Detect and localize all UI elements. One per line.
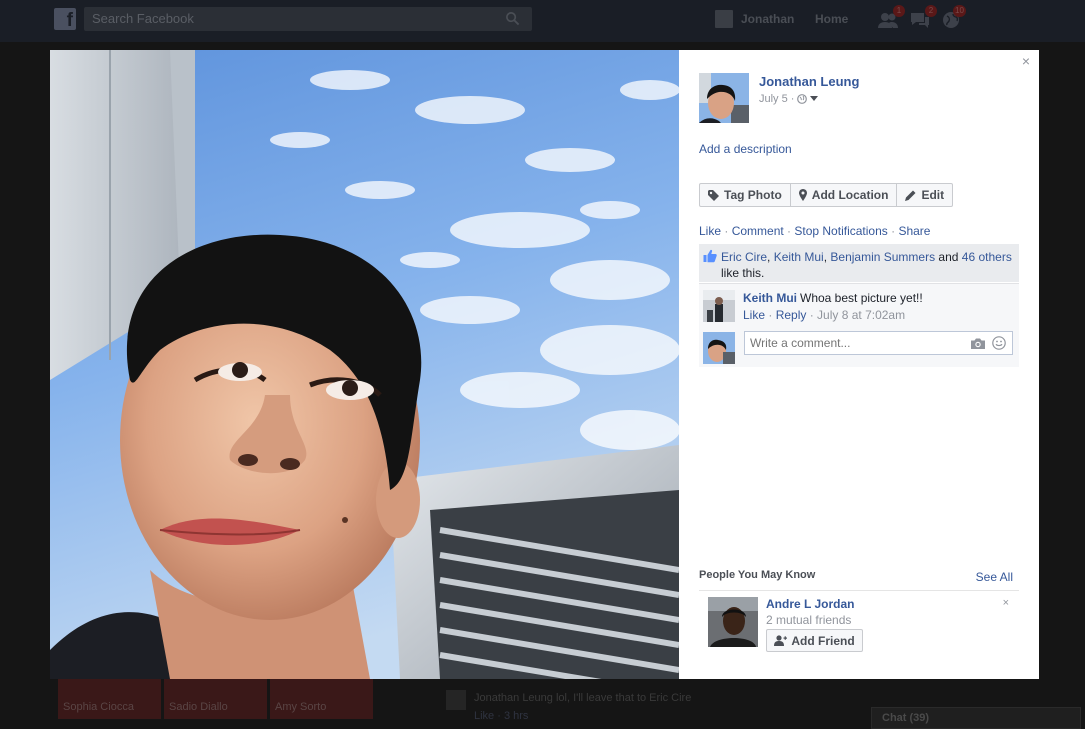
edit-label: Edit <box>921 188 945 202</box>
comment-meta: Like · Reply · July 8 at 7:02am <box>743 308 906 322</box>
photo-image <box>50 50 679 679</box>
comment-reply-link[interactable]: Reply <box>776 308 807 322</box>
composer-avatar-image <box>703 332 735 364</box>
globe-icon[interactable] <box>797 94 808 104</box>
search-placeholder: Search Facebook <box>92 11 194 26</box>
search-input[interactable]: Search Facebook <box>84 7 532 31</box>
see-all-link[interactable]: See All <box>976 570 1013 584</box>
stop-notifications-link[interactable]: Stop Notifications <box>794 224 887 238</box>
liker-link[interactable]: Keith Mui <box>774 250 824 264</box>
separator: · <box>721 224 732 238</box>
avatar[interactable] <box>715 10 733 28</box>
pencil-icon <box>905 190 916 201</box>
friend-tile-label: Sophia Ciocca <box>63 701 134 713</box>
photo-actions: Tag Photo Add Location Edit <box>699 183 954 207</box>
notifications-badge: 10 <box>953 5 966 17</box>
add-location-label: Add Location <box>811 188 889 202</box>
edit-button[interactable]: Edit <box>897 183 954 207</box>
messages-badge: 2 <box>925 5 937 17</box>
likes-suffix: like this. <box>721 266 765 280</box>
likes-others-link[interactable]: 46 others <box>962 250 1012 264</box>
add-friend-button[interactable]: Add Friend <box>766 629 863 652</box>
ufi-actions: Like · Comment · Stop Notifications · Sh… <box>699 224 930 238</box>
commenter-avatar-image <box>703 290 735 322</box>
tag-icon <box>708 189 719 201</box>
add-location-button[interactable]: Add Location <box>790 183 898 207</box>
friend-tile-label: Amy Sorto <box>275 701 327 713</box>
close-icon[interactable]: × <box>1019 54 1033 68</box>
likes-and-text: and <box>935 250 962 264</box>
mutual-friends-link[interactable]: 2 mutual friends <box>766 613 851 627</box>
tag-photo-label: Tag Photo <box>724 188 782 202</box>
comment-timestamp[interactable]: July 8 at 7:02am <box>817 308 905 322</box>
location-pin-icon <box>798 189 807 201</box>
photo-sidebar: × Jonathan Leung July 5 · Add a descript… <box>679 50 1039 679</box>
friend-tile-label: Sadio Diallo <box>169 701 228 713</box>
profile-link[interactable]: Jonathan <box>741 12 794 26</box>
add-friend-label: Add Friend <box>791 633 855 648</box>
avatar <box>446 690 466 710</box>
add-friend-icon <box>774 635 788 646</box>
friend-requests-badge: 1 <box>893 5 905 17</box>
camera-icon[interactable] <box>971 338 985 349</box>
comment-text: Whoa best picture yet!! <box>800 291 923 305</box>
liker-link[interactable]: Benjamin Summers <box>830 250 935 264</box>
owner-avatar-image <box>699 73 749 123</box>
separator: · <box>783 224 795 238</box>
background-comment-meta: Like · 3 hrs <box>474 710 529 722</box>
avatar[interactable] <box>703 290 735 322</box>
like-link[interactable]: Like <box>699 224 721 238</box>
friend-tile[interactable]: Amy Sorto <box>270 679 373 719</box>
avatar <box>703 332 735 364</box>
avatar[interactable] <box>699 73 749 123</box>
liker-link[interactable]: Eric Cire <box>721 250 767 264</box>
post-date[interactable]: July 5 · <box>759 93 794 105</box>
comment-link[interactable]: Comment <box>732 224 784 238</box>
separator: · <box>887 224 899 238</box>
post-meta: July 5 · <box>759 93 819 105</box>
pymk-title: People You May Know <box>699 569 816 581</box>
facebook-logo-icon[interactable]: f <box>54 8 76 30</box>
chat-bar[interactable]: Chat (39) <box>871 707 1081 729</box>
suggested-friend-avatar-image <box>708 597 758 647</box>
background-comment-text: Jonathan Leung lol, I'll leave that to E… <box>474 692 692 704</box>
top-bar: f Search Facebook Jonathan Home 1 2 10 <box>0 0 1085 42</box>
likes-summary: Eric Cire, Keith Mui, Benjamin Summers a… <box>699 244 1019 282</box>
owner-name-link[interactable]: Jonathan Leung <box>759 74 859 89</box>
search-icon[interactable] <box>505 11 520 26</box>
chevron-down-icon[interactable] <box>810 96 819 102</box>
friend-tile[interactable]: Sophia Ciocca <box>58 679 161 719</box>
divider <box>699 590 1019 591</box>
tag-photo-button[interactable]: Tag Photo <box>699 183 791 207</box>
share-link[interactable]: Share <box>898 224 930 238</box>
home-link[interactable]: Home <box>815 12 848 26</box>
suggested-friend-name-link[interactable]: Andre L Jordan <box>766 597 854 611</box>
add-description-link[interactable]: Add a description <box>699 142 792 156</box>
dismiss-suggestion-icon[interactable]: × <box>1003 597 1009 609</box>
comment-author-link[interactable]: Keith Mui <box>743 291 797 305</box>
comments-section: Keith Mui Whoa best picture yet!! Like ·… <box>699 283 1019 367</box>
emoji-icon[interactable] <box>992 336 1006 350</box>
comment-like-link[interactable]: Like <box>743 308 765 322</box>
photo-viewer: × Jonathan Leung July 5 · Add a descript… <box>50 50 1039 679</box>
friend-tile[interactable]: Sadio Diallo <box>164 679 267 719</box>
thumbs-up-icon <box>703 249 717 263</box>
photo[interactable] <box>50 50 679 679</box>
avatar[interactable] <box>708 597 758 647</box>
